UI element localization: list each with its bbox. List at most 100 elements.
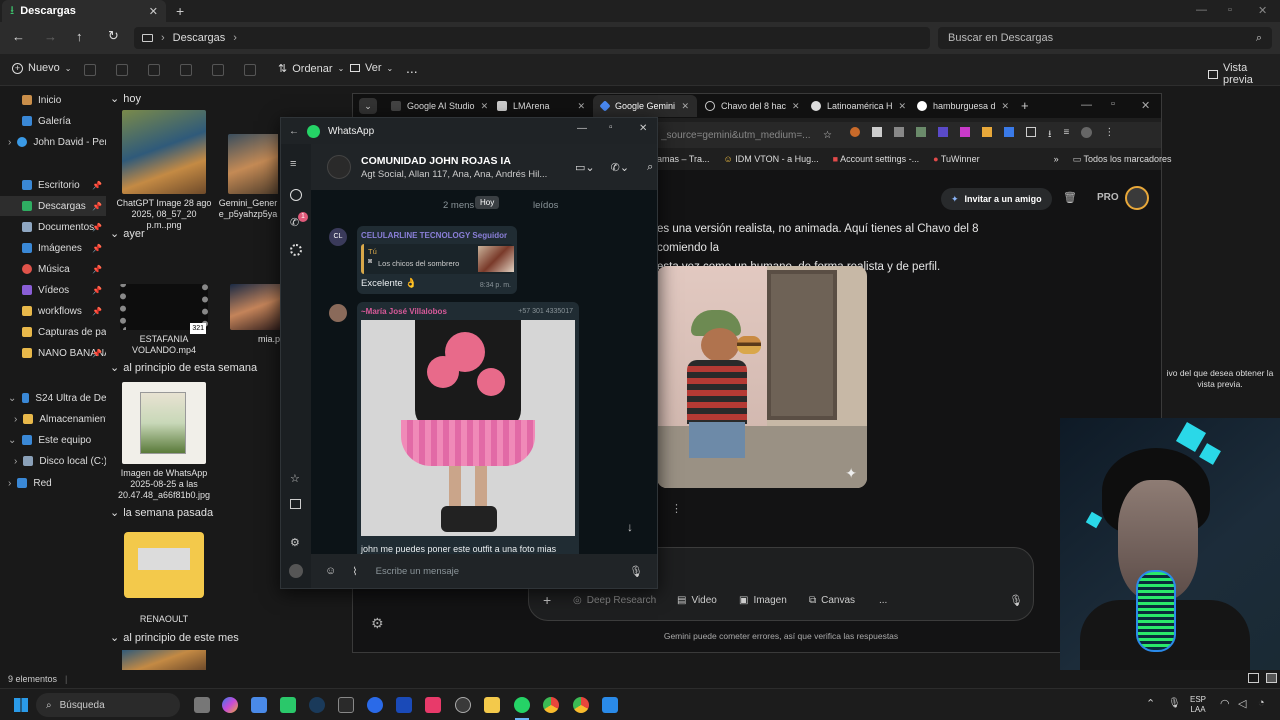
close-tab-icon[interactable]: ✕ <box>577 101 585 112</box>
store-icon[interactable] <box>251 697 267 713</box>
nav-documentos[interactable]: Documentos 📌 <box>0 217 106 237</box>
deep-research-button[interactable]: ◎ Deep Research <box>573 595 656 606</box>
close-tab-icon[interactable]: ✕ <box>481 101 487 112</box>
tiktok-icon[interactable] <box>425 697 441 713</box>
delete-icon[interactable] <box>244 64 256 76</box>
archive-icon[interactable] <box>290 499 301 509</box>
up-icon[interactable]: ↑ <box>76 29 83 44</box>
game-icon[interactable] <box>280 697 296 713</box>
media-icon[interactable]: ≡ <box>1063 127 1069 144</box>
minimize-icon[interactable]: — <box>1081 99 1092 111</box>
search-icon[interactable]: ⌕ <box>647 161 653 174</box>
volume-icon[interactable]: ◁ <box>1238 697 1246 710</box>
notification-bell-icon[interactable]: ◔ <box>1258 697 1265 709</box>
star-icon[interactable]: ☆ <box>823 130 832 141</box>
more-vertical-icon[interactable]: ⋮ <box>671 502 682 515</box>
message-input[interactable]: Escribe un mensaje <box>376 566 629 577</box>
file-item[interactable]: ChatGPT Image 28 ago 2025, 08_57_20 p.m.… <box>114 110 214 231</box>
menu-icon[interactable]: ≡ <box>290 158 296 170</box>
message-bubble[interactable]: CELULARLINE TECNOLOGY Seguidor Tú Los ch… <box>357 226 517 294</box>
close-tab-icon[interactable]: ✕ <box>681 101 689 112</box>
image-message-bubble[interactable]: ~María José Villalobos +57 301 4335017 j… <box>357 302 579 554</box>
chrome-icon[interactable] <box>573 697 589 713</box>
plus-icon[interactable]: + <box>543 592 551 608</box>
scroll-down-icon[interactable]: ↓ <box>627 520 633 534</box>
kebab-menu-icon[interactable]: ⋮ <box>1104 127 1114 144</box>
nav-escritorio[interactable]: Escritorio 📌 <box>0 175 106 195</box>
nav-capturas[interactable]: Capturas de pan <box>0 322 106 342</box>
language-indicator[interactable]: ESP LAA <box>1190 695 1206 715</box>
group-avatar[interactable] <box>327 155 351 179</box>
sender-avatar[interactable]: CL <box>329 228 347 246</box>
cut-icon[interactable] <box>84 64 96 76</box>
quoted-message[interactable]: Tú Los chicos del sombrero ◙ <box>361 244 514 274</box>
browser-icon[interactable] <box>367 697 383 713</box>
minimize-icon[interactable]: — <box>577 123 587 134</box>
avatar[interactable] <box>1125 186 1149 210</box>
file-item[interactable]: Gemini_Gener e_p5yahzp5ya <box>218 110 278 220</box>
avatar[interactable] <box>289 564 303 578</box>
starred-icon[interactable]: ☆ <box>290 472 300 485</box>
attach-icon[interactable]: ⌇ <box>352 565 357 578</box>
group-hoy[interactable]: ⌄ hoy <box>110 92 141 106</box>
taskbar-search[interactable]: ⌕ Búsqueda <box>36 693 180 717</box>
microphone-icon[interactable]: 🎙 <box>1009 594 1023 607</box>
close-window-icon[interactable]: ✕ <box>639 123 647 134</box>
rename-icon[interactable] <box>180 64 192 76</box>
new-tab-icon[interactable]: + <box>176 3 184 19</box>
all-bookmarks[interactable]: ▭ Todos los marcadores <box>1073 154 1172 165</box>
maximize-icon[interactable]: ▫ <box>1228 4 1232 16</box>
file-explorer-icon[interactable] <box>484 697 500 713</box>
extension-icon[interactable] <box>981 126 992 137</box>
paste-icon[interactable] <box>148 64 160 76</box>
nav-disco-local[interactable]: › Disco local (C:) <box>0 451 106 471</box>
file-item[interactable]: mia.p <box>226 284 282 345</box>
tab-latinoamerica[interactable]: Latinoamérica H ✕ <box>803 95 907 117</box>
file-item[interactable]: 321 ESTAFANIA VOLANDO.mp4 <box>114 284 214 356</box>
nav-imagenes[interactable]: Imágenes 📌 <box>0 238 106 258</box>
nav-inicio[interactable]: Inicio <box>0 90 106 110</box>
close-tab-icon[interactable]: ✕ <box>149 5 158 18</box>
search-input[interactable]: Buscar en Descargas ⌕ <box>938 27 1272 49</box>
chrome-icon[interactable] <box>543 697 559 713</box>
epic-games-icon[interactable] <box>338 697 354 713</box>
tiles-view-icon[interactable] <box>1266 673 1277 683</box>
group-ayer[interactable]: ⌄ ayer <box>110 227 145 241</box>
refresh-icon[interactable]: ↻ <box>108 28 119 44</box>
tab-chavo[interactable]: Chavo del 8 hac ✕ <box>697 95 801 117</box>
close-tab-icon[interactable]: ✕ <box>899 101 907 112</box>
wifi-icon[interactable]: ◠ <box>1220 697 1230 710</box>
voice-call-icon[interactable]: ✆⌄ <box>611 161 629 174</box>
view-button[interactable]: Ver ⌄ <box>350 62 393 74</box>
settings-icon[interactable]: ⚙ <box>290 536 300 549</box>
profile-icon[interactable] <box>1081 126 1093 138</box>
settings-icon[interactable]: ⚙ <box>371 615 384 632</box>
extension-icon[interactable] <box>849 126 860 137</box>
extension-icon[interactable] <box>871 126 882 137</box>
sender-avatar[interactable] <box>329 304 347 322</box>
close-tab-icon[interactable]: ✕ <box>792 101 800 112</box>
image-button[interactable]: ▣ Imagen <box>739 595 787 606</box>
extension-icons[interactable]: ⭳ ≡ ⋮ <box>849 126 1114 144</box>
maximize-icon[interactable]: ▫ <box>1111 98 1115 110</box>
canvas-button[interactable]: ⧉ Canvas <box>809 595 855 606</box>
copilot-icon[interactable] <box>222 697 238 713</box>
nav-este-equipo[interactable]: ⌄ Este equipo <box>0 430 106 450</box>
microphone-icon[interactable]: 🎙 <box>629 565 643 578</box>
bookmark-item[interactable]: ☺ IDM VTON - a Hug... <box>724 154 819 164</box>
playstation-icon[interactable] <box>396 697 412 713</box>
extension-icon[interactable] <box>915 126 926 137</box>
close-window-icon[interactable]: ✕ <box>1141 99 1150 112</box>
message-image[interactable] <box>361 320 575 536</box>
close-window-icon[interactable]: ✕ <box>1258 4 1267 17</box>
nav-almacenamiento[interactable]: › Almacenamiento <box>0 409 106 429</box>
forward-icon[interactable]: → <box>44 29 57 44</box>
video-call-icon[interactable]: ▭⌄ <box>575 161 595 174</box>
extension-icon[interactable] <box>959 126 970 137</box>
task-view-icon[interactable] <box>194 697 210 713</box>
minimize-icon[interactable]: — <box>1196 4 1207 16</box>
steam-icon[interactable] <box>309 697 325 713</box>
group-principio-mes[interactable]: ⌄ al principio de este mes <box>110 631 239 645</box>
url-bar[interactable]: _source=gemini&utm_medium=... ☆ ⭳ ≡ ⋮ <box>653 122 1161 148</box>
emoji-icon[interactable]: ☺ <box>325 565 336 577</box>
